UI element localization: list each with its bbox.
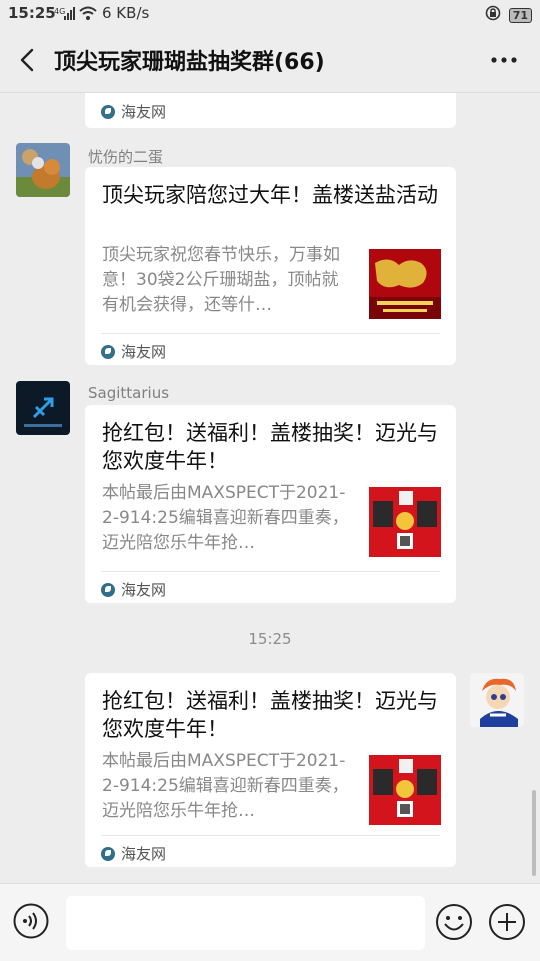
card-title: 顶尖玩家陪您过大年！盖楼送盐活动	[102, 183, 438, 207]
card-source: 海友网	[101, 341, 166, 362]
source-logo-icon	[101, 582, 115, 597]
avatar[interactable]	[16, 143, 70, 197]
battery-icon: 71	[508, 7, 532, 23]
source-logo-icon	[101, 344, 115, 359]
sender-name: Sagittarius	[88, 384, 170, 402]
emoji-icon[interactable]	[435, 903, 473, 941]
card-title: 抢红包！送福利！盖楼抽奖！迈光与您欢度牛年！	[102, 689, 438, 741]
chat-messages[interactable]: 海友网 忧伤的二蛋 顶尖玩家陪您过大年！盖楼送盐活动 顶尖玩家祝您春节快乐，万事…	[0, 93, 540, 883]
avatar[interactable]	[16, 381, 70, 435]
message-input[interactable]	[66, 896, 425, 950]
card-source: 海友网	[101, 843, 166, 864]
chat-header: 顶尖玩家珊瑚盐抽奖群(66)	[0, 28, 540, 93]
source-logo-icon	[101, 846, 115, 861]
card-thumbnail	[369, 487, 441, 557]
status-bar: 15:25 4G 6 KB/s 71	[0, 0, 540, 28]
voice-input-icon[interactable]	[13, 903, 49, 939]
card-source: 海友网	[101, 579, 166, 600]
card-thumbnail	[369, 249, 441, 319]
card-description: 顶尖玩家祝您春节快乐，万事如意！30袋2公斤珊瑚盐，顶帖就有机会获得，还等什…	[102, 245, 340, 315]
link-card[interactable]: 抢红包！送福利！盖楼抽奖！迈光与您欢度牛年！ 本帖最后由MAXSPECT于202…	[85, 405, 456, 603]
card-source-label: 海友网	[121, 845, 167, 863]
link-card[interactable]: 顶尖玩家陪您过大年！盖楼送盐活动 顶尖玩家祝您春节快乐，万事如意！30袋2公斤珊…	[85, 167, 456, 365]
network-speed: 6 KB/s	[102, 4, 150, 22]
add-more-icon[interactable]	[488, 903, 526, 941]
back-icon[interactable]	[14, 46, 42, 74]
input-bar	[0, 883, 540, 961]
scrollbar[interactable]	[532, 790, 536, 876]
chat-title: 顶尖玩家珊瑚盐抽奖群(66)	[54, 50, 325, 75]
sender-name: 忧伤的二蛋	[88, 148, 164, 166]
more-options-icon[interactable]	[490, 50, 518, 70]
card-source-label: 海友网	[121, 343, 167, 361]
card-thumbnail	[369, 755, 441, 825]
link-card-partial[interactable]: 海友网	[85, 93, 456, 128]
card-source: 海友网	[101, 101, 166, 122]
alarm-icon	[485, 5, 501, 25]
source-logo-icon	[101, 104, 115, 119]
message-timestamp: 15:25	[248, 630, 292, 648]
signal-icon: 4G	[54, 5, 98, 25]
card-description: 本帖最后由MAXSPECT于2021-2-914:25编辑喜迎新春四重奏，迈光陪…	[102, 483, 349, 553]
link-card[interactable]: 抢红包！送福利！盖楼抽奖！迈光与您欢度牛年！ 本帖最后由MAXSPECT于202…	[85, 673, 456, 867]
card-source-label: 海友网	[121, 581, 167, 599]
card-source-label: 海友网	[121, 103, 167, 121]
avatar[interactable]	[470, 673, 524, 727]
card-description: 本帖最后由MAXSPECT于2021-2-914:25编辑喜迎新春四重奏，迈光陪…	[102, 751, 349, 821]
status-time: 15:25	[8, 4, 56, 22]
svg-text:4G: 4G	[54, 7, 65, 16]
card-title: 抢红包！送福利！盖楼抽奖！迈光与您欢度牛年！	[102, 421, 438, 473]
